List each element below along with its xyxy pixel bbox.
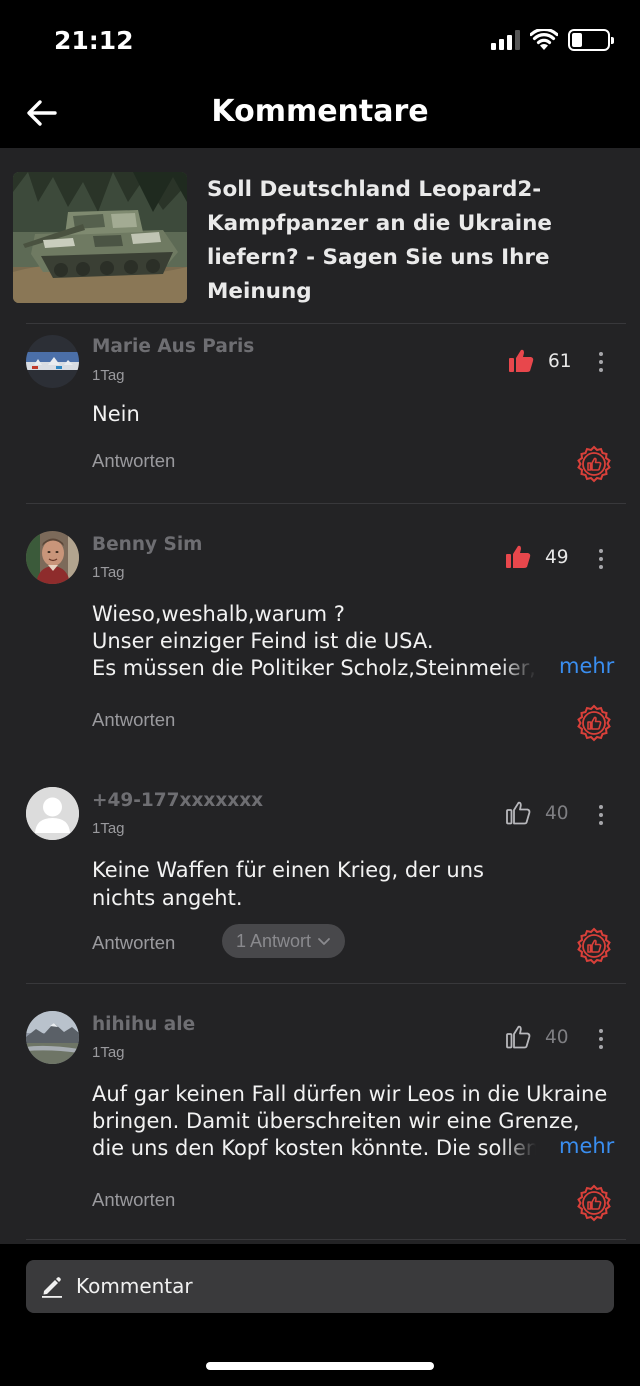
more-options-icon[interactable] [596, 352, 606, 374]
like-count: 40 [545, 1026, 569, 1048]
battery-icon [568, 29, 614, 51]
like-button[interactable]: 40 [506, 1025, 569, 1049]
home-indicator[interactable] [206, 1362, 434, 1370]
status-icons [491, 28, 614, 52]
reply-button[interactable]: Antworten [92, 932, 175, 954]
avatar[interactable] [26, 531, 79, 584]
comment-text-truncated: Es müssen die Politiker Scholz,Steinmeie… [92, 654, 536, 682]
like-button[interactable]: 40 [506, 801, 569, 825]
comment-item: Benny Sim 1Tag 49 Wieso,weshalb,warum ? … [0, 503, 640, 759]
text-fade [500, 1134, 536, 1162]
like-count: 61 [548, 350, 572, 372]
read-more-link[interactable]: mehr [559, 1134, 614, 1158]
reaction-badge-icon[interactable] [575, 704, 613, 742]
comment-time: 1Tag [92, 367, 125, 384]
reply-button[interactable]: Antworten [92, 709, 175, 731]
comment-text-line: die uns den Kopf kosten könnte. Die soll… [92, 1136, 536, 1160]
wifi-icon [530, 29, 558, 50]
thumbs-up-filled-icon [506, 545, 531, 568]
article-card[interactable]: Soll Deutschland Leopard2-Kampfpanzer an… [13, 172, 627, 324]
avatar[interactable] [26, 787, 79, 840]
article-title: Soll Deutschland Leopard2-Kampfpanzer an… [207, 177, 552, 304]
reaction-badge-icon[interactable] [575, 927, 613, 965]
comment-text-line: Unser einziger Feind ist die USA. [92, 629, 434, 653]
comment-author[interactable]: Benny Sim [92, 534, 202, 555]
comment-author[interactable]: hihihu ale [92, 1014, 195, 1035]
article-thumbnail [13, 172, 187, 303]
read-more-link[interactable]: mehr [559, 654, 614, 678]
comment-text-line: bringen. Damit überschreiten wir eine Gr… [92, 1109, 580, 1133]
chevron-down-icon [318, 938, 330, 945]
comment-item: Marie Aus Paris 1Tag 61 Nein Antworten [0, 323, 640, 503]
text-fade [500, 654, 536, 682]
comments-screen: Soll Deutschland Leopard2-Kampfpanzer an… [0, 148, 640, 1244]
thumbs-up-filled-icon [509, 349, 534, 372]
reply-button[interactable]: Antworten [92, 1189, 175, 1211]
comment-time: 1Tag [92, 820, 125, 837]
more-options-icon[interactable] [596, 549, 606, 571]
thumbs-up-outline-icon [506, 801, 531, 825]
comment-text: Keine Waffen für einen Krieg, der uns ni… [92, 858, 484, 910]
comment-text-line: Es müssen die Politiker Scholz,Steinmeie… [92, 656, 536, 680]
bottom-bar: Kommentar [0, 1244, 640, 1386]
reaction-badge-icon[interactable] [575, 1184, 613, 1222]
reply-button[interactable]: Antworten [92, 450, 175, 472]
comment-author[interactable]: Marie Aus Paris [92, 336, 254, 357]
cellular-signal-icon [491, 30, 520, 50]
comment-text-line: Auf gar keinen Fall dürfen wir Leos in d… [92, 1082, 608, 1106]
replies-count-label: 1 Antwort [236, 930, 312, 951]
comment-input[interactable]: Kommentar [26, 1260, 614, 1313]
comment-item: +49-177xxxxxxx 1Tag 40 Keine Waffen für … [0, 759, 640, 983]
comment-text-line: Wieso,weshalb,warum ? [92, 602, 345, 626]
comment-time: 1Tag [92, 564, 125, 581]
status-time: 21:12 [54, 26, 134, 55]
view-replies-button[interactable]: 1 Antwort [222, 924, 346, 958]
like-count: 49 [545, 546, 569, 568]
avatar[interactable] [26, 335, 79, 388]
comment-item: hihihu ale 1Tag 40 Auf gar keinen Fall d… [0, 983, 640, 1244]
divider [26, 1239, 626, 1240]
thumbs-up-outline-icon [506, 1025, 531, 1049]
pencil-icon [42, 1277, 62, 1298]
like-button[interactable]: 49 [506, 545, 569, 569]
like-button[interactable]: 61 [509, 349, 572, 373]
more-options-icon[interactable] [596, 1029, 606, 1051]
status-bar: 21:12 [0, 0, 640, 80]
like-count: 40 [545, 802, 569, 824]
comment-text: Nein [92, 402, 140, 426]
page-title: Kommentare [211, 94, 429, 129]
more-options-icon[interactable] [596, 805, 606, 827]
nav-bar: Kommentare [0, 80, 640, 148]
comment-text-truncated: die uns den Kopf kosten könnte. Die soll… [92, 1134, 536, 1162]
comment-author[interactable]: +49-177xxxxxxx [92, 790, 263, 811]
comment-input-placeholder: Kommentar [76, 1274, 193, 1298]
comment-time: 1Tag [92, 1044, 125, 1061]
avatar[interactable] [26, 1011, 79, 1064]
reaction-badge-icon[interactable] [575, 445, 613, 483]
